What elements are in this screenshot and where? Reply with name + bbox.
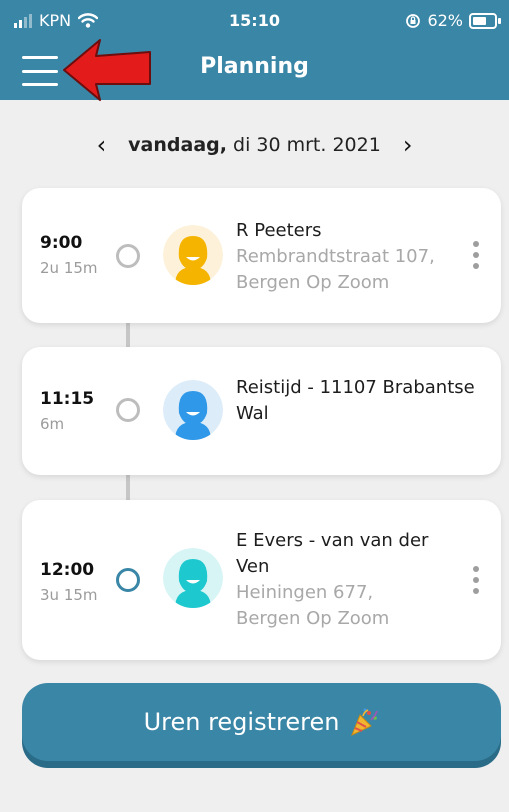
appointment-duration: 3u 15m — [40, 586, 98, 604]
appointment-card[interactable]: 12:00 3u 15m E Evers - van van der Ven H… — [22, 500, 501, 660]
appointment-duration: 6m — [40, 415, 65, 433]
timeline-node — [116, 398, 140, 422]
appointment-info: R Peeters Rembrandtstraat 107, Bergen Op… — [236, 218, 451, 296]
time-column: 11:15 6m — [40, 389, 94, 433]
orientation-lock-icon — [406, 13, 421, 28]
battery-icon — [469, 12, 501, 29]
appointment-time: 9:00 — [40, 233, 83, 253]
next-day-button[interactable]: › — [403, 133, 413, 157]
time-column: 12:00 3u 15m — [40, 560, 98, 604]
today-label: vandaag, — [128, 134, 227, 156]
more-options-icon[interactable] — [473, 241, 479, 269]
appointment-info: Reistijd - 11107 Brabantse Wal — [236, 375, 477, 427]
register-hours-label: Uren registreren — [143, 708, 340, 736]
battery-percentage: 62% — [427, 11, 463, 30]
appointment-time: 11:15 — [40, 389, 95, 409]
timeline-node-active — [116, 568, 140, 592]
avatar-icon — [163, 380, 223, 440]
appointment-card[interactable]: 9:00 2u 15m R Peeters Rembrandtstraat 10… — [22, 188, 501, 323]
address-line: Bergen Op Zoom — [236, 272, 390, 293]
appointment-info: E Evers - van van der Ven Heiningen 677,… — [236, 528, 451, 632]
date-label: di 30 mrt. 2021 — [233, 134, 381, 156]
travel-title: Reistijd - 11107 Brabantse Wal — [236, 377, 475, 424]
previous-day-button[interactable]: ‹ — [97, 133, 107, 157]
register-hours-button[interactable]: Uren registreren — [22, 683, 501, 761]
address-line: Rembrandtstraat 107, — [236, 246, 435, 267]
appointment-time: 12:00 — [40, 560, 95, 580]
date-navigator: ‹ vandaag, di 30 mrt. 2021 › — [0, 128, 509, 162]
avatar-icon — [163, 548, 223, 608]
more-options-icon[interactable] — [473, 566, 479, 594]
timeline-node — [116, 244, 140, 268]
address-line: Heiningen 677, — [236, 582, 374, 603]
client-name: R Peeters — [236, 220, 322, 241]
red-arrow-icon — [63, 39, 151, 101]
appointment-card[interactable]: 11:15 6m Reistijd - 11107 Brabantse Wal — [22, 347, 501, 475]
current-date: vandaag, di 30 mrt. 2021 — [128, 134, 381, 156]
battery-status: 62% — [405, 11, 501, 30]
avatar-icon — [163, 225, 223, 285]
party-popper-icon — [351, 708, 379, 736]
appointment-duration: 2u 15m — [40, 259, 98, 277]
client-name: E Evers - van van der Ven — [236, 530, 429, 577]
time-column: 9:00 2u 15m — [40, 233, 98, 277]
address-line: Bergen Op Zoom — [236, 608, 390, 629]
